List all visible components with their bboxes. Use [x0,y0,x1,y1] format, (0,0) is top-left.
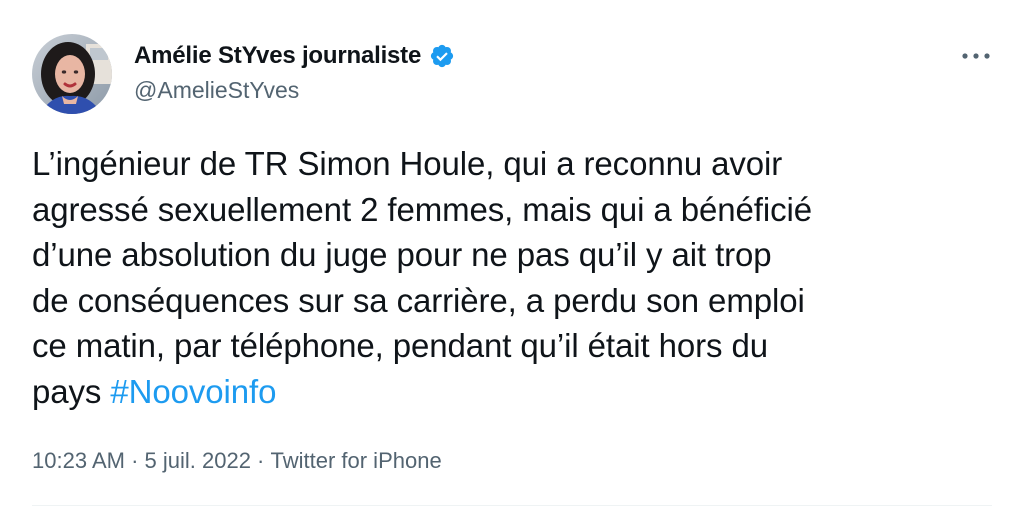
author-handle[interactable]: @AmelieStYves [134,77,299,104]
meta-separator: · [250,448,271,473]
meta-separator: · [124,448,145,473]
tweet-text-prefix: pays [32,372,111,410]
author-name-row: Amélie StYves journaliste [134,40,455,72]
tweet-text-line: L’ingénieur de TR Simon Houle, qui a rec… [32,145,783,182]
divider [32,505,992,506]
tweet-text-line: ce matin, par téléphone, pendant qu’il é… [32,327,768,364]
tweet-text-line: agressé sexuellement 2 femmes, mais qui … [32,190,812,228]
tweet-date[interactable]: 5 juil. 2022 [145,448,251,474]
tweet-source[interactable]: Twitter for iPhone [271,448,442,474]
verified-badge-icon [429,43,455,69]
tweet-text-line: de conséquences sur sa carrière, a perdu… [32,281,805,319]
tweet-card: Amélie StYves journaliste @AmelieStYves … [0,0,1024,512]
author-avatar[interactable] [32,34,112,114]
tweet-text: L’ingénieur de TR Simon Houle, qui a rec… [32,141,992,414]
author-display-name[interactable]: Amélie StYves journaliste [134,42,421,70]
tweet-text-last-line: pays #Noovoinfo [32,369,992,415]
more-horizontal-icon [962,53,990,59]
more-options-button[interactable] [954,38,998,74]
tweet-metadata: 10:23 AM · 5 juil. 2022 · Twitter for iP… [32,448,442,474]
hashtag-link[interactable]: #Noovoinfo [110,373,276,410]
tweet-time[interactable]: 10:23 AM [32,448,125,474]
tweet-text-line: d’une absolution du juge pour ne pas qu’… [32,236,772,273]
avatar-photo-icon [32,34,112,114]
